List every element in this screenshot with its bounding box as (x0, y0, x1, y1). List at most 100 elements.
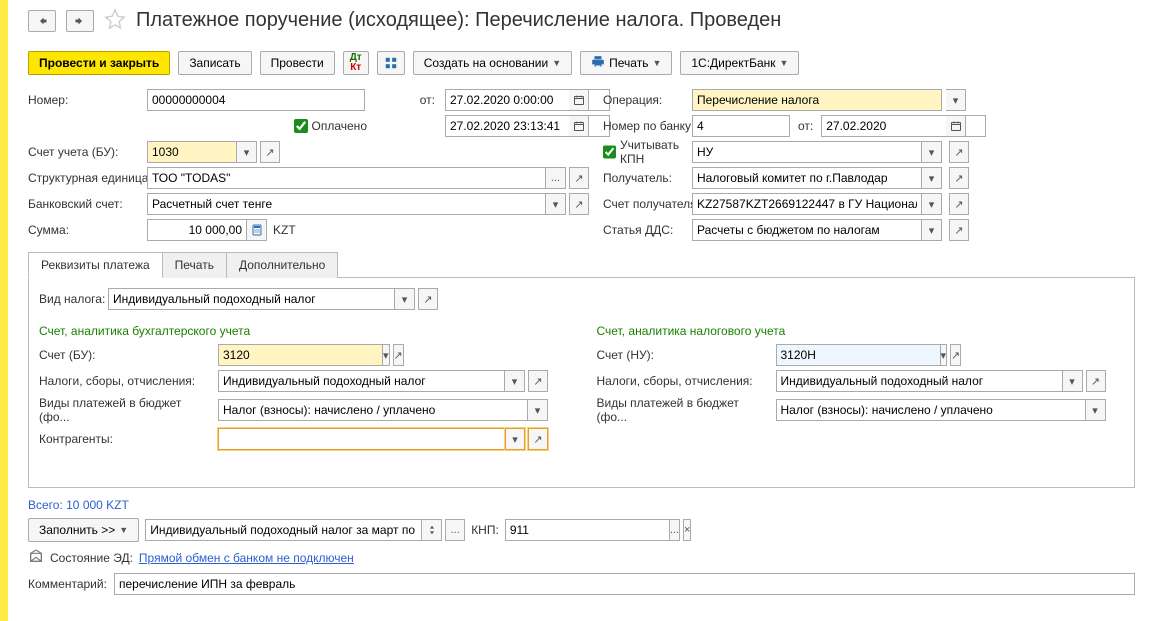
recipient-account-dropdown[interactable]: ▾ (922, 193, 942, 215)
ed-status-icon (28, 548, 44, 567)
write-button[interactable]: Записать (178, 51, 251, 75)
tax-type-dropdown[interactable]: ▾ (395, 288, 415, 310)
account-bu-label: Счет учета (БУ): (28, 145, 143, 159)
counterparty-label: Контрагенты: (39, 432, 214, 446)
bank-account-input[interactable] (147, 193, 546, 215)
budget-bu-dropdown[interactable]: ▾ (528, 399, 548, 421)
print-button[interactable]: Печать▼ (580, 51, 672, 75)
bank-no-input[interactable] (692, 115, 790, 137)
taxes-nu-open[interactable]: ↗ (1086, 370, 1106, 392)
account-bu-input[interactable] (147, 141, 237, 163)
bank-account-dropdown[interactable]: ▾ (546, 193, 566, 215)
bu-section-title: Счет, аналитика бухгалтерского учета (39, 324, 567, 338)
taxes-bu-dropdown[interactable]: ▾ (505, 370, 525, 392)
ed-status-link[interactable]: Прямой обмен с банком не подключен (139, 551, 354, 565)
sum-label: Сумма: (28, 223, 143, 237)
fill-desc-select[interactable]: ... (445, 519, 465, 541)
counterparty-input[interactable] (218, 428, 505, 450)
recipient-account-input[interactable] (692, 193, 922, 215)
nu-account-label: Счет (НУ): (597, 348, 772, 362)
fill-desc-spinner[interactable] (422, 519, 442, 541)
kpn-checkbox[interactable] (603, 145, 616, 159)
fill-desc-input[interactable] (145, 519, 422, 541)
account-nu-dropdown[interactable]: ▾ (922, 141, 942, 163)
account-nu-input[interactable] (692, 141, 922, 163)
account-nu-open[interactable]: ↗ (949, 141, 969, 163)
bu-account-open[interactable]: ↗ (393, 344, 404, 366)
counterparty-dropdown[interactable]: ▾ (505, 428, 525, 450)
tax-type-input[interactable] (108, 288, 395, 310)
struct-unit-label: Структурная единица: (28, 171, 143, 185)
taxes-bu-label: Налоги, сборы, отчисления: (39, 374, 214, 388)
print-icon (591, 55, 605, 72)
account-bu-open[interactable]: ↗ (260, 141, 280, 163)
sum-input[interactable] (147, 219, 247, 241)
bank-account-open[interactable]: ↗ (569, 193, 589, 215)
taxes-bu-open[interactable]: ↗ (528, 370, 548, 392)
post-and-close-button[interactable]: Провести и закрыть (28, 51, 170, 75)
total-line: Всего: 10 000 KZT (28, 498, 1135, 512)
number-input[interactable] (147, 89, 365, 111)
taxes-nu-label: Налоги, сборы, отчисления: (597, 374, 772, 388)
dds-open[interactable]: ↗ (949, 219, 969, 241)
comment-label: Комментарий: (28, 577, 108, 591)
budget-bu-input[interactable] (218, 399, 528, 421)
tab-print[interactable]: Печать (162, 252, 227, 278)
account-bu-dropdown[interactable]: ▾ (237, 141, 257, 163)
fill-button[interactable]: Заполнить >>▼ (28, 518, 139, 542)
tab-requisites[interactable]: Реквизиты платежа (28, 252, 163, 278)
knp-clear[interactable]: × (683, 519, 691, 541)
knp-label: КНП: (471, 523, 499, 537)
operation-dropdown-button[interactable]: ▾ (946, 89, 966, 111)
operation-input[interactable] (692, 89, 942, 111)
from-label-1: от: (371, 93, 441, 107)
taxes-nu-input[interactable] (776, 370, 1063, 392)
direct-bank-button[interactable]: 1С:ДиректБанк▼ (680, 51, 799, 75)
post-button[interactable]: Провести (260, 51, 335, 75)
nu-account-dropdown[interactable]: ▾ (941, 344, 948, 366)
bank-date-calendar-button[interactable] (946, 115, 966, 137)
paid-checkbox[interactable] (294, 119, 308, 133)
taxes-bu-input[interactable] (218, 370, 505, 392)
taxes-nu-dropdown[interactable]: ▾ (1063, 370, 1083, 392)
knp-select[interactable]: ... (670, 519, 680, 541)
recipient-dropdown[interactable]: ▾ (922, 167, 942, 189)
struct-unit-select[interactable]: ... (546, 167, 566, 189)
recipient-account-label: Счет получателя: (593, 197, 688, 211)
nav-back-button[interactable] (28, 10, 56, 32)
dds-dropdown[interactable]: ▾ (922, 219, 942, 241)
bu-account-input[interactable] (218, 344, 383, 366)
budget-nu-input[interactable] (776, 399, 1086, 421)
date2-calendar-button[interactable] (569, 115, 589, 137)
paid-label: Оплачено (312, 119, 367, 133)
recipient-input[interactable] (692, 167, 922, 189)
dds-input[interactable] (692, 219, 922, 241)
create-based-button[interactable]: Создать на основании▼ (413, 51, 572, 75)
dtkn-button[interactable]: ДтКт (343, 51, 369, 75)
date1-calendar-button[interactable] (569, 89, 589, 111)
budget-nu-dropdown[interactable]: ▾ (1086, 399, 1106, 421)
structure-button[interactable] (377, 51, 405, 75)
tax-type-open[interactable]: ↗ (418, 288, 438, 310)
bu-account-dropdown[interactable]: ▾ (383, 344, 390, 366)
struct-unit-open[interactable]: ↗ (569, 167, 589, 189)
number-label: Номер: (28, 93, 143, 107)
kpn-label: Учитывать КПН (620, 138, 688, 166)
nu-account-open[interactable]: ↗ (950, 344, 961, 366)
comment-input[interactable] (114, 573, 1135, 595)
recipient-label: Получатель: (593, 171, 688, 185)
recipient-account-open[interactable]: ↗ (949, 193, 969, 215)
tab-additional[interactable]: Дополнительно (226, 252, 338, 278)
bank-account-label: Банковский счет: (28, 197, 143, 211)
nu-account-input[interactable] (776, 344, 941, 366)
knp-input[interactable] (505, 519, 670, 541)
struct-unit-input[interactable] (147, 167, 546, 189)
sum-calc-button[interactable] (247, 219, 267, 241)
bank-no-label: Номер по банку: (593, 119, 688, 133)
recipient-open[interactable]: ↗ (949, 167, 969, 189)
nav-forward-button[interactable] (66, 10, 94, 32)
counterparty-open[interactable]: ↗ (528, 428, 548, 450)
budget-bu-label: Виды платежей в бюджет (фо... (39, 396, 214, 424)
favorite-icon[interactable] (104, 8, 126, 33)
tax-type-label: Вид налога: (39, 292, 104, 306)
